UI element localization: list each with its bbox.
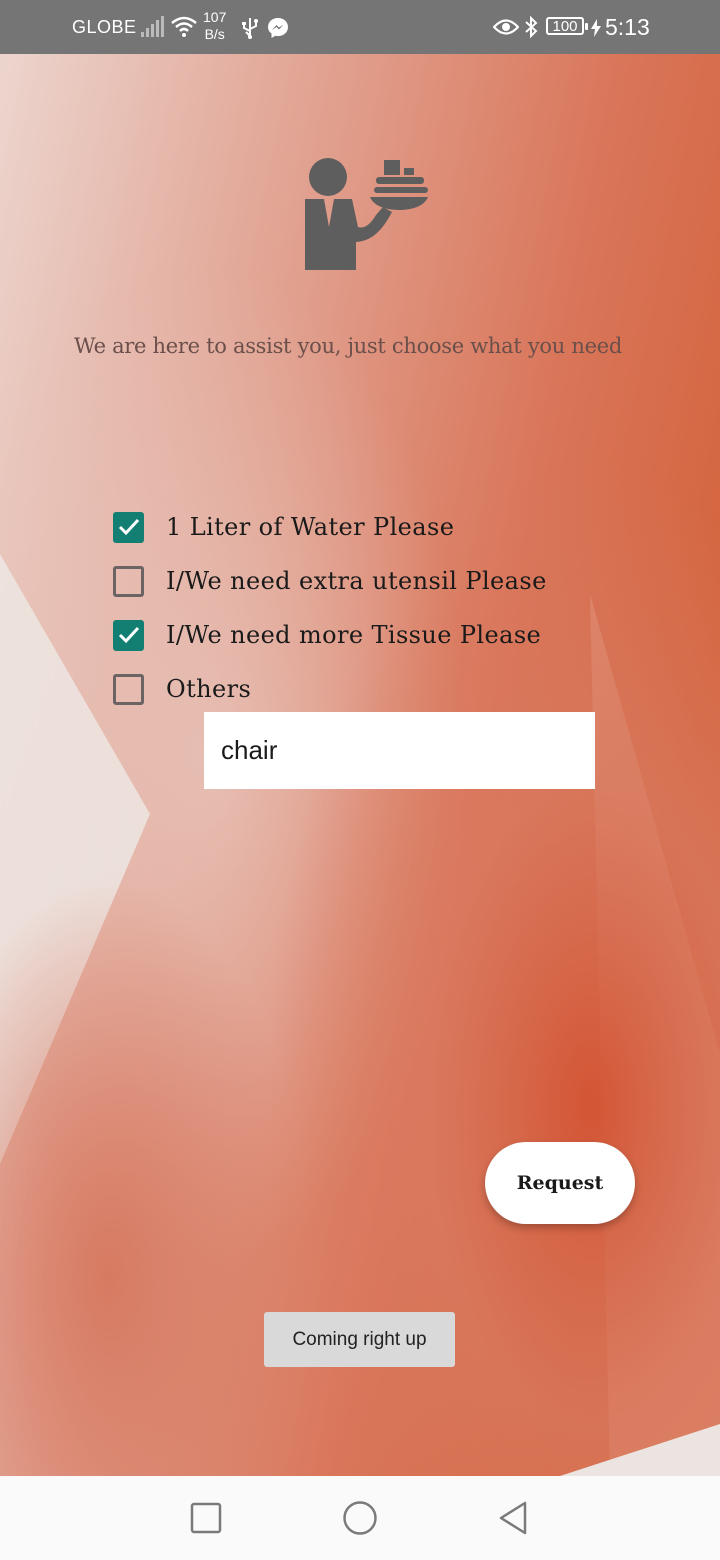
recents-icon — [190, 1502, 222, 1534]
messenger-icon — [268, 18, 288, 38]
request-button[interactable]: Request — [485, 1142, 635, 1224]
wifi-icon — [171, 16, 197, 37]
network-speed-value: 107 — [203, 9, 227, 25]
carrier-name: GLOBE — [72, 17, 137, 37]
waiter-icon — [305, 158, 428, 270]
option-tissue[interactable]: I/We need more Tissue Please — [113, 608, 547, 662]
signal-icon — [141, 16, 164, 37]
checkbox-tissue[interactable] — [113, 619, 144, 651]
check-icon — [118, 518, 139, 536]
status-bar: GLOBE 107 B/s 100 5:13 — [0, 0, 720, 54]
usb-icon — [242, 18, 258, 39]
checkbox-water[interactable] — [113, 511, 144, 543]
charging-icon — [591, 19, 601, 37]
toast-message: Coming right up — [264, 1312, 455, 1367]
option-label-utensil: I/We need extra utensil Please — [166, 567, 547, 595]
eye-icon — [493, 19, 519, 35]
others-input[interactable] — [204, 712, 595, 789]
bluetooth-icon — [525, 15, 538, 39]
request-options: 1 Liter of Water Please I/We need extra … — [113, 500, 547, 716]
option-others[interactable]: Others — [113, 662, 547, 716]
back-icon — [499, 1501, 527, 1535]
screen: GLOBE 107 B/s 100 5:13 We are here to as… — [0, 0, 720, 1560]
subtitle: We are here to assist you, just choose w… — [74, 334, 622, 358]
option-utensil[interactable]: I/We need extra utensil Please — [113, 554, 547, 608]
option-label-tissue: I/We need more Tissue Please — [166, 621, 542, 649]
checkbox-others[interactable] — [113, 673, 144, 705]
home-icon — [343, 1501, 377, 1535]
clock: 5:13 — [605, 14, 650, 40]
option-label-water: 1 Liter of Water Please — [166, 513, 455, 541]
check-icon — [118, 626, 139, 644]
navigation-bar — [0, 1476, 720, 1560]
option-water[interactable]: 1 Liter of Water Please — [113, 500, 547, 554]
back-button[interactable] — [493, 1498, 533, 1538]
network-speed: 107 B/s — [203, 9, 226, 43]
checkbox-utensil[interactable] — [113, 565, 144, 597]
recents-button[interactable] — [186, 1498, 226, 1538]
home-button[interactable] — [340, 1498, 380, 1538]
network-speed-unit: B/s — [204, 26, 225, 42]
option-label-others: Others — [166, 675, 252, 703]
battery-icon: 100 — [546, 17, 588, 35]
